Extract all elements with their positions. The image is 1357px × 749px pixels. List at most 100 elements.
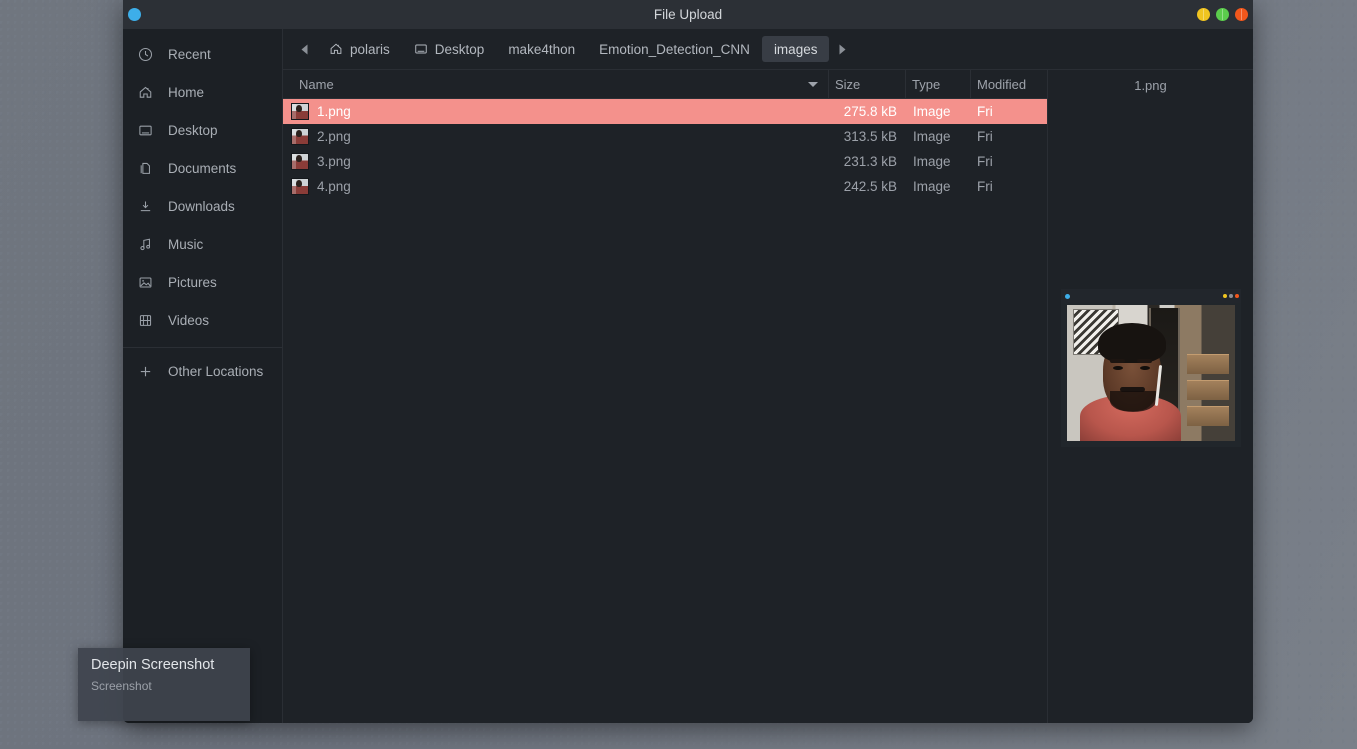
photo-shelf [1187, 353, 1230, 374]
dock-tooltip: Deepin Screenshot Screenshot [78, 648, 250, 721]
table-row[interactable]: 2.png 313.5 kB Image Fri [283, 124, 1047, 149]
breadcrumb-item-make4thon[interactable]: make4thon [496, 36, 587, 62]
image-thumbnail-icon [291, 178, 309, 195]
forward-button[interactable] [829, 36, 855, 62]
preview-mini-titlebar [1060, 289, 1241, 303]
breadcrumb: polaris Desktop make4thon Emotion_Detect… [283, 29, 1253, 70]
dialog-body: Recent Home Desktop Documents Downloads … [123, 29, 1253, 723]
back-button[interactable] [291, 36, 317, 62]
file-size-cell: 275.8 kB [843, 104, 897, 119]
sidebar-item-label: Documents [168, 160, 237, 176]
sidebar-item-pictures[interactable]: Pictures [123, 263, 282, 301]
file-type-cell: Image [913, 104, 951, 119]
sidebar-item-other-locations[interactable]: Other Locations [123, 352, 282, 390]
sidebar: Recent Home Desktop Documents Downloads … [123, 29, 283, 723]
file-size-cell: 231.3 kB [843, 154, 897, 169]
clock-icon [138, 46, 158, 62]
column-header-label: Size [835, 76, 861, 92]
tooltip-title: Deepin Screenshot [91, 657, 215, 673]
file-name-cell: 3.png [283, 153, 827, 170]
photo-shelf [1187, 405, 1230, 426]
file-name-cell: 4.png [283, 178, 827, 195]
file-type-cell: Image [913, 154, 951, 169]
sidebar-item-label: Recent [168, 46, 211, 62]
column-header-type[interactable]: Type [906, 70, 971, 98]
breadcrumb-label: Desktop [434, 41, 485, 57]
photo-shelf [1187, 379, 1230, 400]
maximize-button[interactable] [1216, 8, 1229, 21]
table-row[interactable]: 1.png 275.8 kB Image Fri [283, 99, 1047, 124]
column-header-row: Name Size Type Modified [283, 70, 1047, 99]
home-icon [138, 84, 158, 100]
sidebar-item-music[interactable]: Music [123, 225, 282, 263]
documents-icon [138, 160, 158, 176]
file-name-cell: 2.png [283, 128, 827, 145]
file-name-cell: 1.png [283, 103, 827, 120]
breadcrumb-label: images [773, 41, 818, 57]
table-row[interactable]: 4.png 242.5 kB Image Fri [283, 174, 1047, 199]
file-size-cell: 313.5 kB [843, 129, 897, 144]
music-note-icon [138, 236, 158, 252]
breadcrumb-item-polaris[interactable]: polaris [317, 36, 402, 62]
file-type-cell: Image [913, 179, 951, 194]
breadcrumb-item-images[interactable]: images [761, 36, 830, 62]
photo-person-eyebrow [1137, 359, 1153, 364]
column-header-name[interactable]: Name [283, 70, 829, 98]
column-header-size[interactable]: Size [829, 70, 906, 98]
titlebar: File Upload [123, 0, 1253, 29]
sidebar-item-label: Home [168, 84, 205, 100]
sidebar-item-label: Downloads [168, 198, 235, 214]
sidebar-item-home[interactable]: Home [123, 73, 282, 111]
sidebar-divider [123, 347, 282, 348]
picture-icon [138, 274, 158, 290]
sidebar-item-label: Music [168, 236, 204, 252]
file-list-pane: Name Size Type Modified 1.png 275.8 kB I… [283, 70, 1048, 723]
film-icon [138, 312, 158, 328]
app-indicator-dot [128, 8, 141, 21]
mini-window-title [1070, 294, 1223, 298]
mini-close-icon [1234, 294, 1239, 298]
content-area: Name Size Type Modified 1.png 275.8 kB I… [283, 70, 1253, 723]
photo-person-hair [1098, 322, 1166, 364]
breadcrumb-label: Emotion_Detection_CNN [599, 41, 750, 57]
triangle-left-icon [300, 44, 309, 55]
file-name-label: 2.png [317, 129, 351, 144]
plus-icon [138, 363, 158, 379]
preview-image [1060, 289, 1241, 447]
file-name-label: 3.png [317, 154, 351, 169]
column-header-modified[interactable]: Modified [971, 70, 1047, 98]
column-header-label: Name [299, 76, 334, 92]
sidebar-item-label: Pictures [168, 274, 217, 290]
preview-pane: 1.png [1048, 70, 1253, 723]
triangle-right-icon [838, 44, 847, 55]
image-thumbnail-icon [291, 153, 309, 170]
home-icon [329, 42, 343, 56]
download-icon [138, 198, 158, 214]
sidebar-item-recent[interactable]: Recent [123, 35, 282, 73]
column-header-label: Modified [977, 76, 1027, 92]
desktop-icon [138, 122, 158, 138]
triangle-down-icon [808, 82, 818, 87]
table-row[interactable]: 3.png 231.3 kB Image Fri [283, 149, 1047, 174]
sidebar-item-desktop[interactable]: Desktop [123, 111, 282, 149]
sidebar-item-label: Videos [168, 312, 210, 328]
desktop: File Upload Recent Home Desktop Document… [0, 0, 1357, 749]
main-panel: polaris Desktop make4thon Emotion_Detect… [283, 29, 1253, 723]
sidebar-item-downloads[interactable]: Downloads [123, 187, 282, 225]
sidebar-item-videos[interactable]: Videos [123, 301, 282, 339]
preview-photo [1066, 305, 1235, 441]
sidebar-item-label: Desktop [168, 122, 218, 138]
mini-minimize-icon [1222, 294, 1227, 298]
file-modified-cell: Fri [977, 104, 993, 119]
minimize-button[interactable] [1197, 8, 1210, 21]
file-modified-cell: Fri [977, 179, 993, 194]
file-name-label: 1.png [317, 104, 351, 119]
breadcrumb-item-desktop[interactable]: Desktop [402, 36, 497, 62]
file-size-cell: 242.5 kB [843, 179, 897, 194]
file-type-cell: Image [913, 129, 951, 144]
file-modified-cell: Fri [977, 129, 993, 144]
close-button[interactable] [1235, 8, 1248, 21]
breadcrumb-item-emotion-detection-cnn[interactable]: Emotion_Detection_CNN [587, 36, 762, 62]
sidebar-item-documents[interactable]: Documents [123, 149, 282, 187]
photo-person-eyebrow [1110, 359, 1126, 364]
